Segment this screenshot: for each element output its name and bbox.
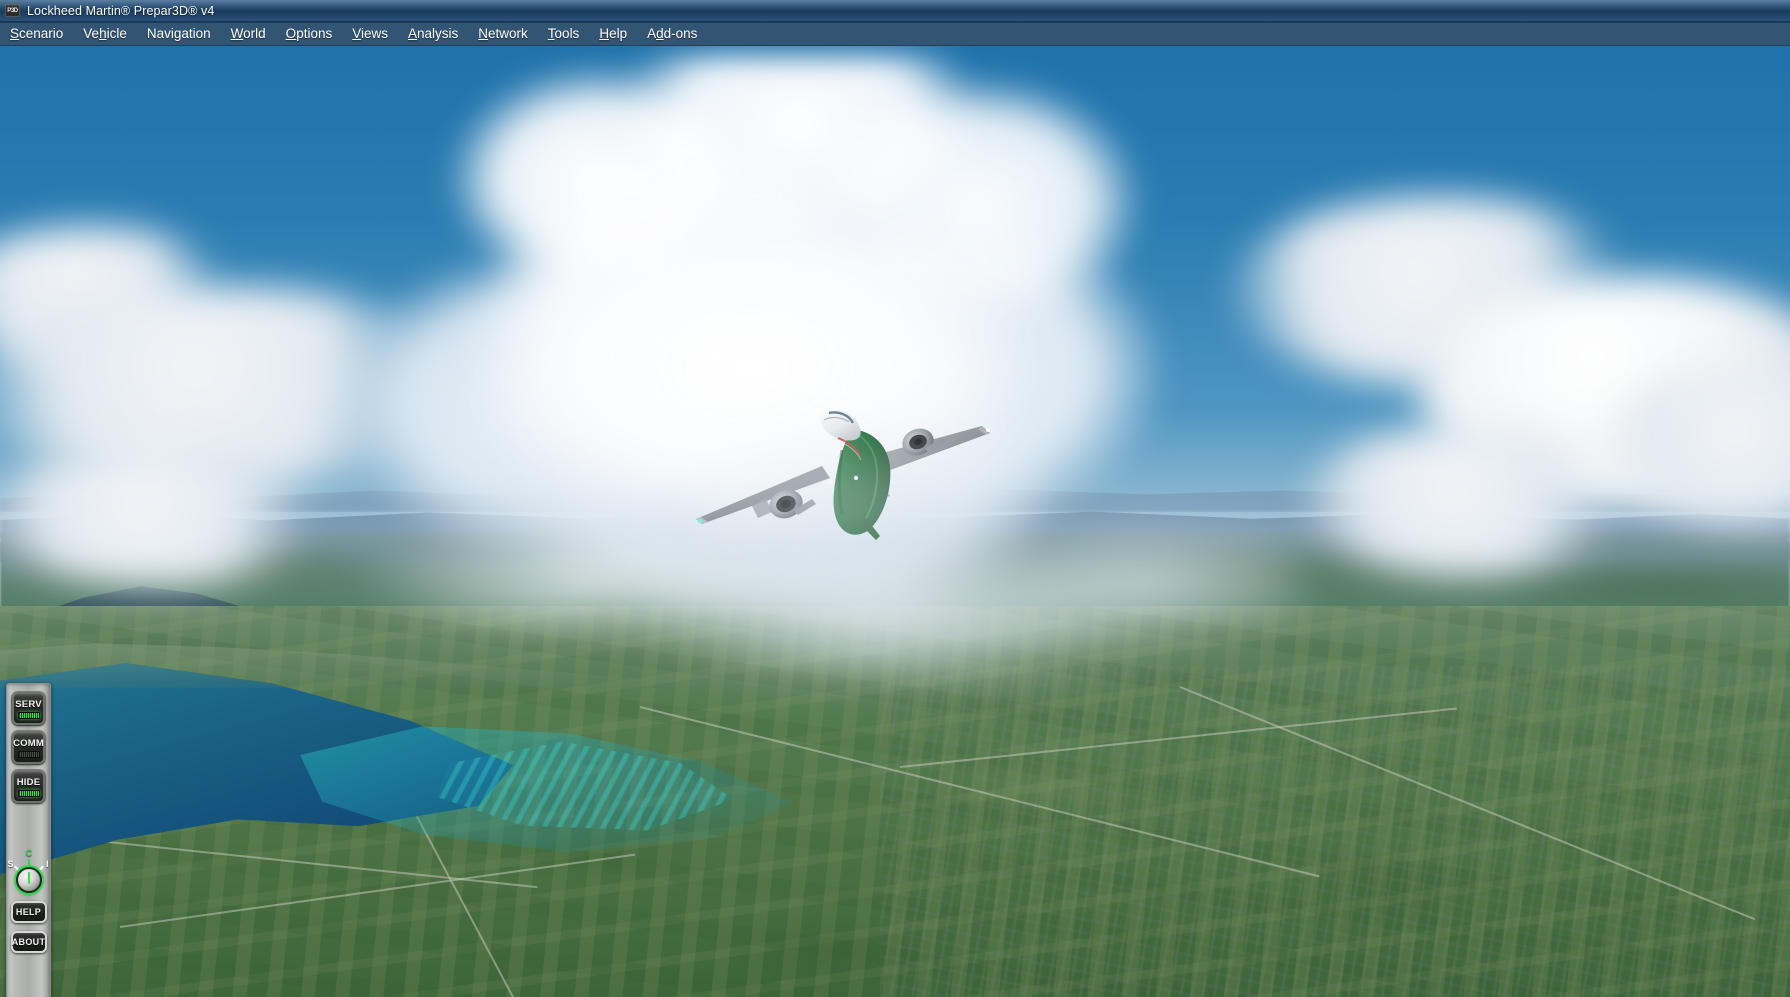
hide-led-indicator <box>17 789 40 797</box>
menu-item-world[interactable]: World <box>221 22 276 46</box>
about-button[interactable]: ABOUT <box>10 931 47 953</box>
help-button[interactable]: HELP <box>10 901 47 923</box>
hide-button-label: HIDE <box>16 776 41 788</box>
menu-item-help[interactable]: Help <box>589 22 637 46</box>
knob-label-c: C <box>25 848 33 858</box>
serv-led-indicator <box>17 711 40 719</box>
menu-item-vehicle[interactable]: Vehicle <box>73 22 137 46</box>
menu-item-network[interactable]: Network <box>468 22 538 46</box>
serv-button-label: SERV <box>15 698 42 710</box>
menu-item-views[interactable]: Views <box>342 22 398 46</box>
comm-led-indicator <box>17 750 40 758</box>
flight-sim-viewport[interactable]: SERV COMM HIDE S C I HELP ABOUT <box>0 46 1790 997</box>
knob-label-s: S <box>7 859 14 869</box>
knob-label-i: I <box>45 859 49 869</box>
menu-item-navigation[interactable]: Navigation <box>137 22 221 46</box>
knob-dial[interactable] <box>15 867 42 893</box>
window-title: Lockheed Martin® Prepar3D® v4 <box>27 3 215 18</box>
menu-item-tools[interactable]: Tools <box>538 22 590 46</box>
about-button-label: ABOUT <box>11 937 46 947</box>
title-bar: P3D Lockheed Martin® Prepar3D® v4 <box>0 0 1790 22</box>
comm-button[interactable]: COMM <box>12 731 45 764</box>
menu-item-addons[interactable]: Add-ons <box>637 22 707 46</box>
knob-tick-c <box>27 859 30 866</box>
comm-button-label: COMM <box>13 737 44 749</box>
serv-button[interactable]: SERV <box>12 692 45 725</box>
menu-item-options[interactable]: Options <box>276 22 343 46</box>
cloud-base-wisp <box>520 546 1280 706</box>
cloud-right-low <box>1300 426 1640 576</box>
menu-bar[interactable]: Scenario Vehicle Navigation World Option… <box>0 22 1790 46</box>
p3d-app-icon: P3D <box>5 4 20 17</box>
hide-button[interactable]: HIDE <box>12 770 45 803</box>
app-window: P3D Lockheed Martin® Prepar3D® v4 Scenar… <box>0 0 1790 997</box>
menu-item-analysis[interactable]: Analysis <box>398 22 468 46</box>
menu-item-scenario[interactable]: Scenario <box>0 22 73 46</box>
help-button-label: HELP <box>15 907 42 917</box>
view-mode-knob[interactable]: S C I <box>8 847 50 893</box>
left-control-panel[interactable]: SERV COMM HIDE S C I HELP ABOUT <box>6 683 51 997</box>
